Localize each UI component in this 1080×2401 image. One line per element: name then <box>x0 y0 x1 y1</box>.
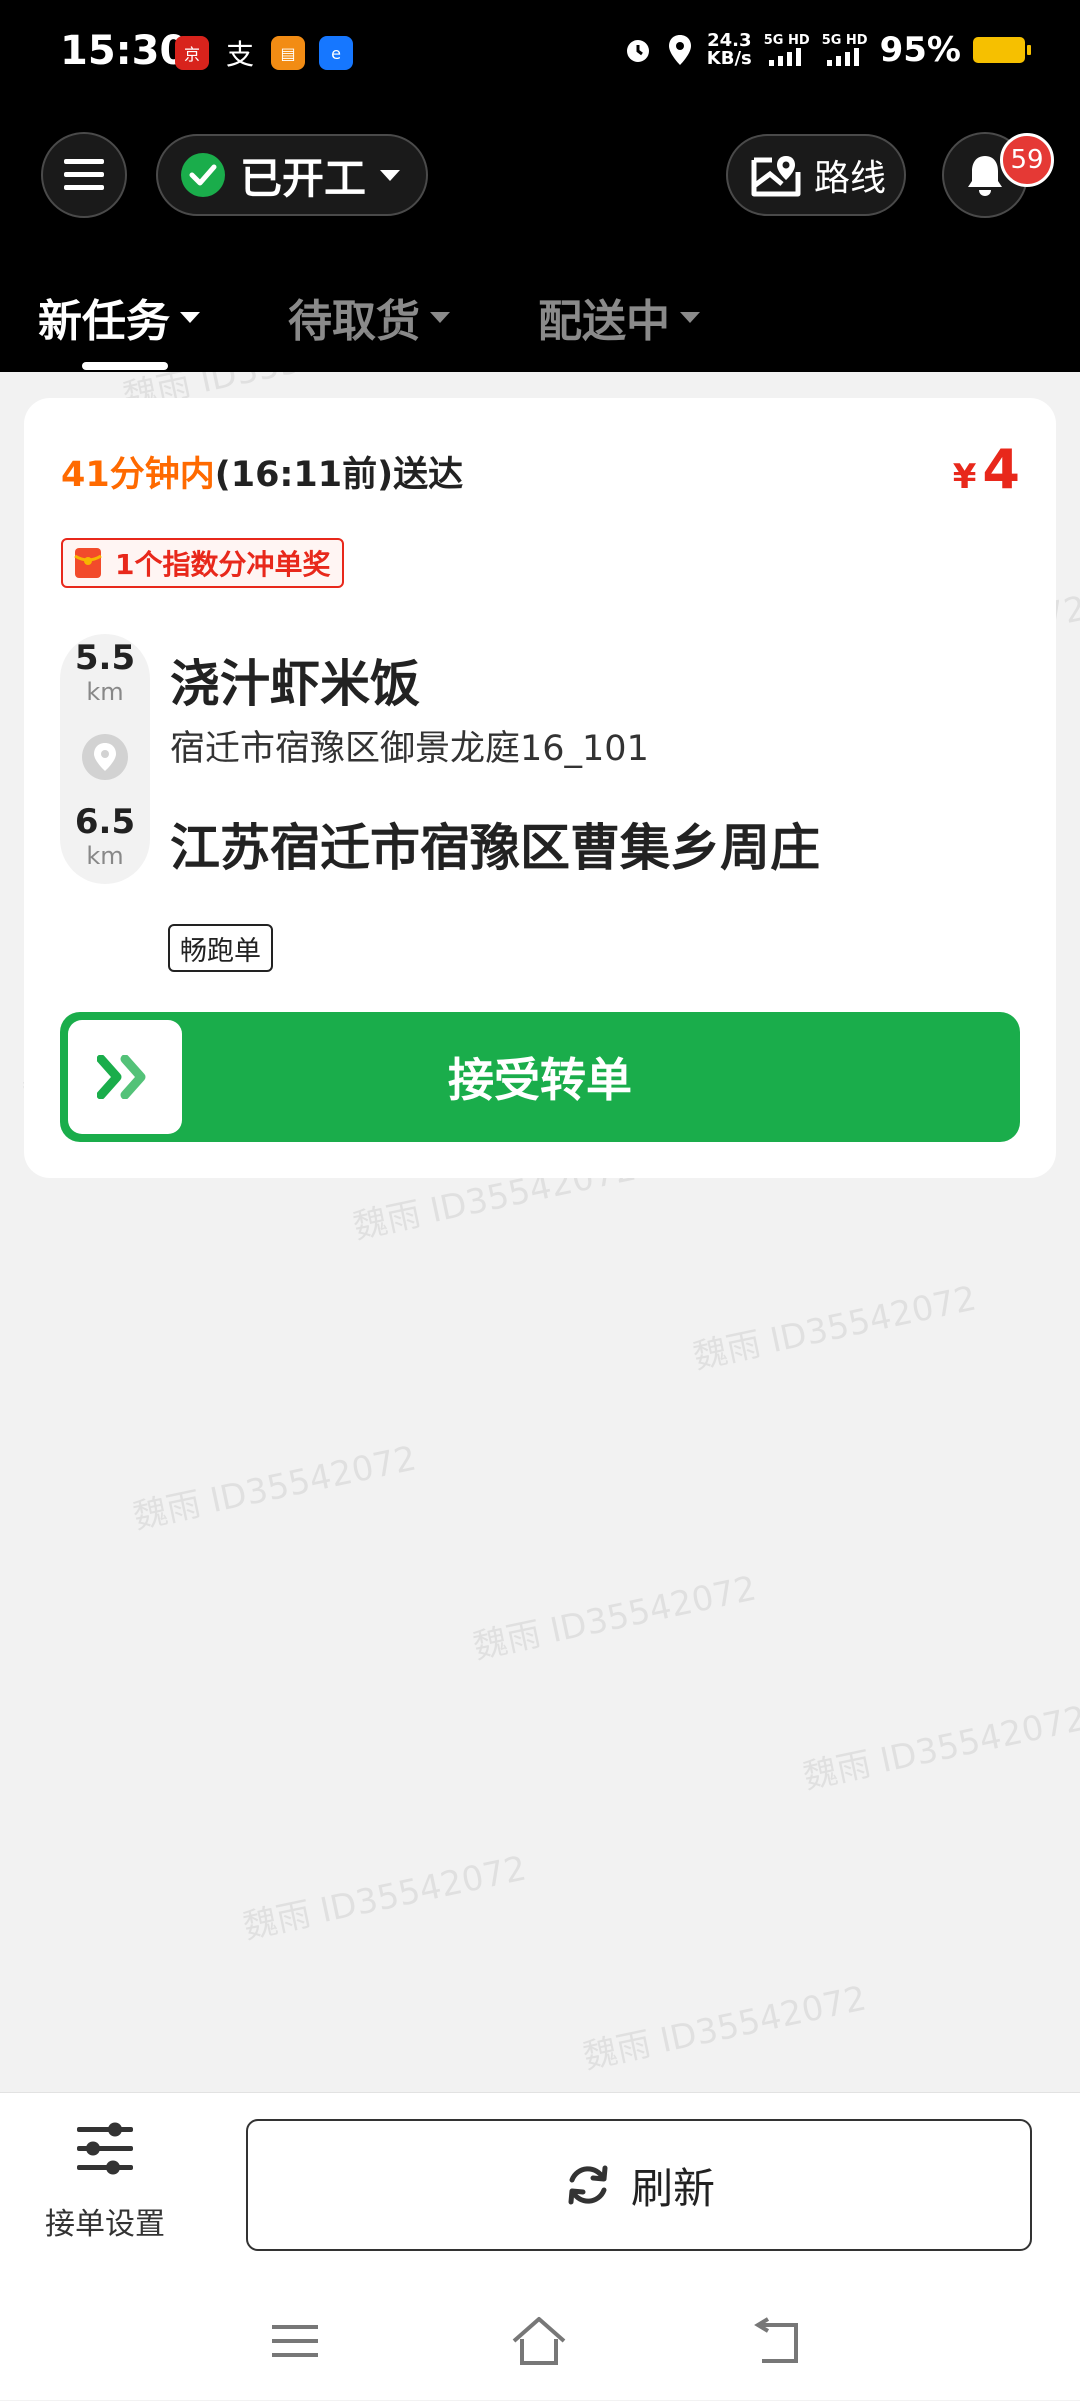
order-price: ¥ 4 <box>953 438 1020 501</box>
tab-new-tasks[interactable]: 新任务 <box>38 285 200 349</box>
signal-bars-icon <box>826 48 859 66</box>
route-button[interactable]: 路线 <box>726 134 906 216</box>
bonus-badge: 1个指数分冲单奖 <box>61 538 345 588</box>
delivery-address: 江苏宿迁市宿豫区曹集乡周庄 <box>170 819 820 877</box>
swipe-handle[interactable] <box>68 1020 182 1134</box>
red-envelope-icon <box>74 548 102 578</box>
double-chevron-right-icon <box>97 1055 146 1099</box>
chevron-down-icon <box>430 311 450 323</box>
order-settings-label: 接单设置 <box>45 2207 165 2242</box>
bottom-bar: 接单设置 刷新 <box>0 2092 1080 2400</box>
menu-button[interactable] <box>41 132 127 218</box>
chevron-down-icon <box>680 311 700 323</box>
watermark: 魏雨 ID35542072 <box>799 1698 1080 1798</box>
order-settings-button[interactable]: 接单设置 <box>30 2121 180 2271</box>
location-icon <box>665 33 695 67</box>
refresh-label: 刷新 <box>630 2163 715 2213</box>
watermark: 魏雨 ID35542072 <box>579 1978 870 2078</box>
tab-pending-pickup-label: 待取货 <box>288 296 420 347</box>
tab-new-tasks-label: 新任务 <box>38 296 170 347</box>
check-circle-icon <box>181 153 225 197</box>
chevron-down-icon <box>380 169 401 181</box>
network-speed: 24.3 KB/s <box>706 30 752 69</box>
bell-icon <box>968 156 1002 196</box>
battery-percent: 95% <box>879 30 961 70</box>
bonus-text: 1个指数分冲单奖 <box>115 548 331 581</box>
sliders-icon <box>77 2122 133 2175</box>
delivery-distance: 6.5 km <box>60 802 150 870</box>
status-time: 15:30 <box>60 28 188 74</box>
watermark: 魏雨 ID35542072 <box>689 1278 980 1378</box>
meituan-app-icon: ▤ <box>271 36 305 70</box>
hamburger-icon <box>64 159 104 190</box>
pickup-distance-unit: km <box>86 678 124 706</box>
nav-back-button[interactable] <box>752 2317 812 2369</box>
task-tabs: 新任务 待取货 配送中 <box>0 265 1080 372</box>
signal-1: 5G HD <box>764 34 810 66</box>
refresh-button[interactable]: 刷新 <box>246 2119 1032 2251</box>
work-status-toggle[interactable]: 已开工 <box>156 134 428 216</box>
nav-home-button[interactable] <box>510 2315 570 2371</box>
pickup-name: 浇汁虾米饭 <box>170 655 420 713</box>
map-icon <box>751 156 801 197</box>
back-icon <box>754 2317 798 2363</box>
signal-2: 5G HD <box>822 34 868 66</box>
watermark: 魏雨 ID35542072 <box>469 1568 760 1668</box>
notification-badge: 59 <box>1000 133 1054 187</box>
alipay-icon: 支 <box>225 38 254 71</box>
delivery-time: 41分钟内(16:11前)送达 <box>61 446 463 497</box>
jd-app-icon: 京 <box>175 36 209 70</box>
tab-pending-pickup[interactable]: 待取货 <box>288 285 450 349</box>
price-value: 4 <box>982 438 1020 501</box>
order-tag: 畅跑单 <box>168 924 273 972</box>
tab-delivering[interactable]: 配送中 <box>538 285 700 349</box>
pickup-distance: 5.5 km <box>60 638 150 706</box>
delivery-time-deadline: (16:11前)送达 <box>214 455 464 495</box>
price-symbol: ¥ <box>952 457 977 497</box>
pickup-distance-value: 5.5 <box>74 638 136 678</box>
battery-icon <box>973 37 1031 63</box>
signal-bars-icon <box>768 48 801 66</box>
status-bar: 15:30 京 支 ▤ e 24.3 KB/s 5G HD 5G HD 95% <box>0 0 1080 115</box>
accept-transfer-button[interactable]: 接受转单 <box>60 1012 1020 1142</box>
app-header: 已开工 路线 59 新任务 待取货 配送中 <box>0 115 1080 372</box>
work-status-label: 已开工 <box>240 153 367 203</box>
refresh-icon <box>568 2165 608 2205</box>
location-pin-icon <box>82 734 128 780</box>
active-tab-indicator <box>82 362 168 370</box>
status-right: 24.3 KB/s 5G HD 5G HD 95% <box>623 30 1031 70</box>
watermark: 魏雨 ID35542072 <box>129 1438 420 1538</box>
watermark: 魏雨 ID35542072 <box>239 1848 530 1948</box>
nav-menu-button[interactable] <box>270 2321 330 2371</box>
delivery-distance-unit: km <box>86 842 124 870</box>
alarm-icon <box>623 33 653 67</box>
delivery-time-highlight: 41分钟内 <box>61 455 215 495</box>
home-icon <box>512 2317 566 2365</box>
route-label: 路线 <box>814 158 887 199</box>
order-card[interactable]: 41分钟内(16:11前)送达 ¥ 4 1个指数分冲单奖 5.5 km 6.5 … <box>24 398 1056 1178</box>
accept-transfer-label: 接受转单 <box>448 1053 632 1107</box>
telecom-app-icon: e <box>319 36 353 70</box>
status-app-icons: 京 支 ▤ e <box>175 36 353 71</box>
chevron-down-icon <box>180 311 200 323</box>
tab-delivering-label: 配送中 <box>538 296 670 347</box>
recent-apps-icon <box>272 2325 318 2357</box>
delivery-distance-value: 6.5 <box>74 802 136 842</box>
pickup-address: 宿迁市宿豫区御景龙庭16_101 <box>170 729 649 769</box>
system-nav-bar <box>0 2291 1080 2401</box>
